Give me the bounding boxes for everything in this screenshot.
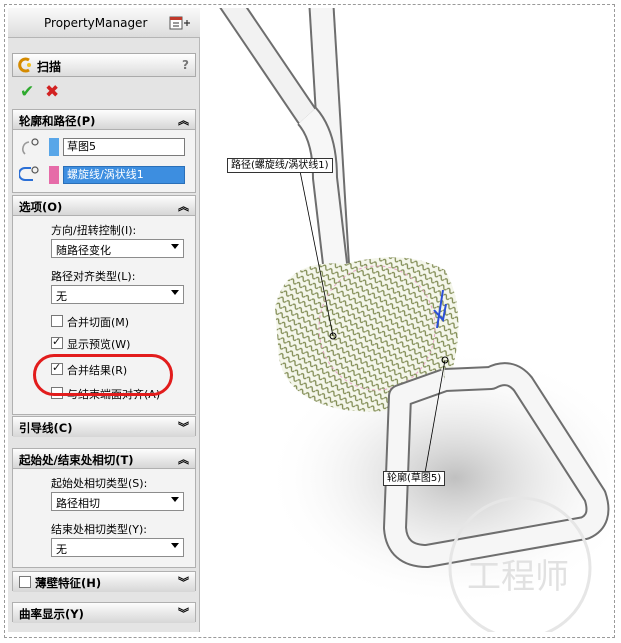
options-title: 选项(O) [19,200,63,214]
chevron-down-icon[interactable]: ︾ [178,605,189,621]
dropdown-arrow-icon [171,244,179,249]
thin-feature-title: 薄壁特征(H) [35,576,102,590]
help-icon[interactable]: ? [182,58,189,72]
curvature-display-title: 曲率显示(Y) [19,607,84,621]
chevron-up-icon[interactable]: ︽ [178,198,189,214]
chevron-up-icon[interactable]: ︽ [178,112,189,128]
profile-callout: 轮廓(草图5) [383,471,446,486]
cancel-button[interactable]: ✖ [45,82,59,102]
chevron-up-icon[interactable]: ︽ [178,451,189,467]
guide-curves-group[interactable]: 引导线(C) ︾ [12,416,196,437]
profile-icon [22,138,39,155]
dropdown-arrow-icon [171,290,179,295]
property-manager-title: PropertyManager [44,16,148,30]
graphics-viewport[interactable]: 工程师 路径(螺旋线/涡状线1) 轮廓(草图5) [205,8,610,632]
path-callout: 路径(螺旋线/涡状线1) [227,158,333,173]
options-header[interactable]: 选项(O) ︽ [13,196,195,216]
highlight-annotation [33,354,173,396]
dropdown-arrow-icon [171,497,179,502]
path-align-label: 路径对齐类型(L): [51,270,136,283]
profile-path-group: 轮廓和路径(P) ︽ 草图5 螺旋线/涡状线1 [12,109,196,193]
feature-name: 扫描 [37,60,62,74]
path-tube-upper [219,8,352,304]
start-end-tangency-header[interactable]: 起始处/结束处相切(T) ︽ [13,449,195,469]
guide-curves-header[interactable]: 引导线(C) ︾ [13,417,195,437]
start-tangency-value: 路径相切 [56,497,100,510]
show-preview-label: 显示预览(W) [67,338,131,351]
feature-header: 扫描 ? [12,53,196,77]
profile-path-header[interactable]: 轮廓和路径(P) ︽ [13,110,195,130]
orientation-value: 随路径变化 [56,244,111,257]
pin-icon[interactable] [168,15,192,31]
end-tangency-value: 无 [56,543,67,556]
ok-button[interactable]: ✔ [20,82,34,102]
end-tangency-label: 结束处相切类型(Y): [51,523,148,536]
guide-curves-title: 引导线(C) [19,421,73,435]
property-manager-header: PropertyManager [8,8,200,38]
path-align-dropdown[interactable]: 无 [51,285,184,304]
watermark-text: 工程师 [467,557,569,597]
path-selection-field[interactable]: 螺旋线/涡状线1 [63,166,185,184]
sweep-icon [18,57,31,73]
thin-feature-group[interactable]: 薄壁特征(H) ︾ [12,571,196,592]
show-preview-checkbox[interactable] [51,335,63,349]
profile-path-title: 轮廓和路径(P) [19,114,96,128]
thin-feature-header[interactable]: 薄壁特征(H) ︾ [13,572,195,592]
start-tangency-dropdown[interactable]: 路径相切 [51,492,184,511]
path-align-value: 无 [56,290,67,303]
chevron-down-icon[interactable]: ︾ [178,574,189,590]
merge-tangent-label: 合并切面(M) [67,316,130,329]
thin-feature-checkbox[interactable] [19,576,31,588]
profile-color-swatch [49,138,59,156]
start-tangency-label: 起始处相切类型(S): [51,477,148,490]
profile-selection-field[interactable]: 草图5 [63,138,185,156]
orientation-label: 方向/扭转控制(I): [51,224,137,237]
path-color-swatch [49,166,59,184]
start-end-tangency-title: 起始处/结束处相切(T) [19,453,134,467]
merge-tangent-checkbox[interactable] [51,315,63,327]
curvature-display-group[interactable]: 曲率显示(Y) ︾ [12,602,196,623]
start-end-tangency-group: 起始处/结束处相切(T) ︽ 起始处相切类型(S): 路径相切 结束处相切类型(… [12,448,196,568]
chevron-down-icon[interactable]: ︾ [178,419,189,435]
end-tangency-dropdown[interactable]: 无 [51,538,184,557]
orientation-dropdown[interactable]: 随路径变化 [51,239,184,258]
model-view[interactable]: 工程师 [205,8,610,632]
curvature-display-header[interactable]: 曲率显示(Y) ︾ [13,603,195,623]
path-icon [19,166,39,181]
dropdown-arrow-icon [171,543,179,548]
property-manager-panel: PropertyManager 扫描 ? ✔ ✖ 轮廓和路径(P) ︽ 草图5 [8,8,200,632]
